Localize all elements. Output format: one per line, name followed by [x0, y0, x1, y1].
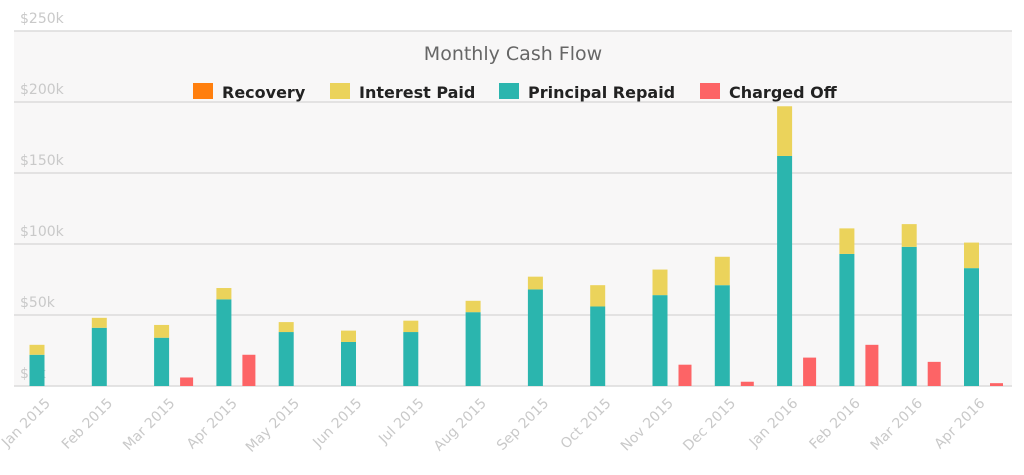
- legend-label: Recovery: [222, 83, 306, 102]
- monthly-cash-flow-chart: $0k$50k$100k$150k$200k$250k Jan 2015Feb …: [0, 11, 1012, 456]
- bar-principal-repaid[interactable]: [964, 268, 979, 386]
- x-tick-label: Feb 2016: [807, 395, 864, 452]
- bar-interest-paid[interactable]: [465, 300, 481, 313]
- x-tick-label: Oct 2015: [558, 396, 615, 453]
- bar-interest-paid[interactable]: [527, 276, 543, 290]
- bar-interest-paid[interactable]: [278, 322, 294, 333]
- bar-principal-repaid[interactable]: [465, 312, 481, 386]
- bar-principal-repaid[interactable]: [341, 341, 356, 386]
- legend-swatch: [330, 83, 350, 99]
- x-axis-ticks: Jan 2015 Feb 2015 Mar 2015 Apr 2015 May 2015…: [0, 395, 988, 455]
- bar-interest-paid[interactable]: [964, 242, 979, 269]
- bar-principal-repaid[interactable]: [714, 285, 730, 386]
- y-tick-label: $150k: [20, 153, 65, 169]
- bar-charged-off[interactable]: [927, 361, 941, 386]
- bar-principal-repaid[interactable]: [216, 299, 232, 386]
- bar-interest-paid[interactable]: [777, 106, 793, 156]
- bar-principal-repaid[interactable]: [91, 327, 107, 386]
- bar-charged-off[interactable]: [865, 344, 879, 386]
- bar-charged-off[interactable]: [678, 364, 692, 386]
- x-tick-label: May 2015: [243, 396, 303, 456]
- bar-interest-paid[interactable]: [29, 344, 45, 355]
- y-tick-label: $250k: [20, 11, 65, 27]
- bar-interest-paid[interactable]: [590, 285, 606, 307]
- legend-swatch: [193, 83, 213, 99]
- bar-principal-repaid[interactable]: [839, 253, 855, 386]
- x-tick-label: Jun 2015: [309, 396, 365, 452]
- bar-interest-paid[interactable]: [839, 228, 855, 254]
- y-tick-label: $100k: [20, 224, 65, 240]
- bar-interest-paid[interactable]: [216, 288, 232, 300]
- bar-principal-repaid[interactable]: [777, 155, 793, 386]
- bar-principal-repaid[interactable]: [590, 306, 606, 386]
- bar-principal-repaid[interactable]: [403, 332, 419, 386]
- bar-interest-paid[interactable]: [91, 317, 107, 328]
- x-tick-label: Apr 2016: [932, 395, 989, 452]
- bar-principal-repaid[interactable]: [527, 289, 543, 386]
- legend-label: Interest Paid: [359, 83, 475, 102]
- bar-interest-paid[interactable]: [403, 320, 419, 333]
- bar-interest-paid[interactable]: [341, 330, 356, 342]
- bar-principal-repaid[interactable]: [278, 332, 294, 386]
- x-tick-label: Sep 2015: [494, 396, 552, 454]
- bar-principal-repaid[interactable]: [901, 246, 917, 386]
- bar-interest-paid[interactable]: [901, 224, 917, 247]
- legend-label: Principal Repaid: [528, 83, 675, 102]
- x-tick-label: Feb 2015: [59, 396, 116, 453]
- x-tick-label: Mar 2015: [120, 396, 178, 454]
- chart-title: Monthly Cash Flow: [424, 43, 602, 65]
- bar-charged-off[interactable]: [990, 383, 1003, 386]
- bar-charged-off[interactable]: [242, 354, 256, 386]
- x-tick-label: Jan 2015: [0, 396, 54, 452]
- x-tick-label: Apr 2015: [184, 396, 241, 453]
- x-tick-label: Aug 2015: [431, 396, 490, 455]
- legend-swatch: [499, 83, 519, 99]
- bar-principal-repaid[interactable]: [154, 337, 170, 386]
- x-tick-label: Dec 2015: [680, 396, 739, 455]
- x-tick-label: Nov 2015: [618, 396, 677, 455]
- x-tick-label: Jul 2015: [375, 396, 427, 448]
- bar-interest-paid[interactable]: [154, 324, 170, 338]
- bar-principal-repaid[interactable]: [29, 354, 45, 386]
- bar-charged-off[interactable]: [180, 377, 194, 386]
- bar-interest-paid[interactable]: [652, 269, 668, 296]
- bar-interest-paid[interactable]: [714, 256, 730, 286]
- bar-charged-off[interactable]: [803, 357, 817, 386]
- bar-principal-repaid[interactable]: [652, 295, 668, 386]
- x-tick-label: Mar 2016: [868, 395, 926, 453]
- y-tick-label: $200k: [20, 82, 65, 98]
- legend-swatch: [700, 83, 720, 99]
- x-tick-label: Jan 2016: [746, 395, 802, 451]
- y-tick-label: $50k: [20, 295, 56, 311]
- bar-charged-off[interactable]: [740, 381, 754, 386]
- legend-label: Charged Off: [729, 83, 838, 102]
